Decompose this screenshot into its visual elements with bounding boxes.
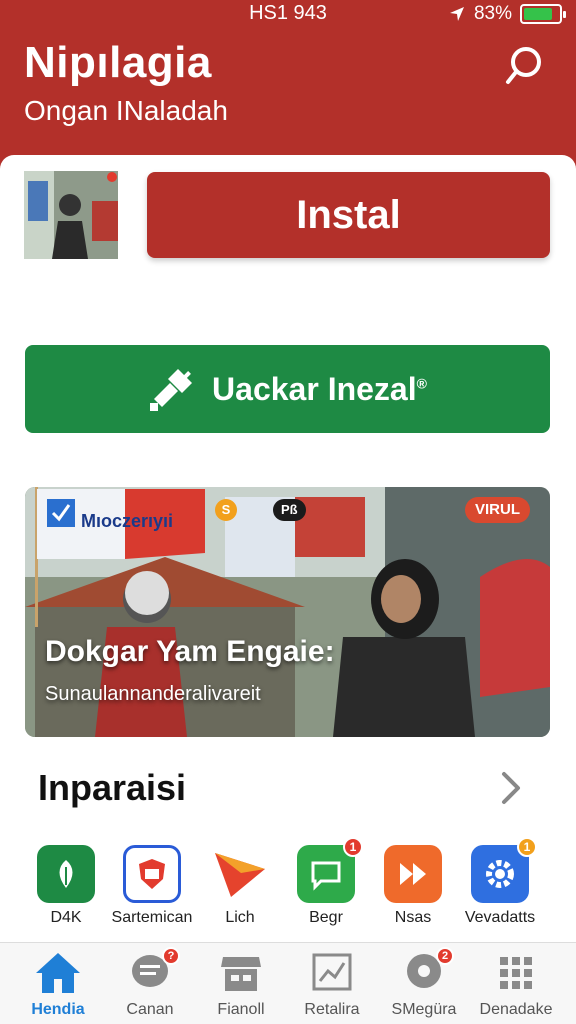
- page-title: Nipılagia: [24, 38, 212, 87]
- main-content: Instal Uackar Inezal® Mıoczerıyıi S Pß V…: [0, 155, 576, 945]
- shield-icon: [123, 845, 181, 903]
- search-button[interactable]: [504, 42, 552, 90]
- banner-badge-left: S: [215, 499, 237, 521]
- music-icon: 2: [400, 947, 454, 995]
- secondary-install-button[interactable]: Uackar Inezal®: [25, 345, 550, 433]
- tab-badge: ?: [162, 947, 180, 965]
- tab-label: Hendia: [31, 1001, 85, 1018]
- status-bar: HS1 943 83%: [0, 0, 576, 28]
- app-label: D4K: [50, 909, 82, 926]
- app-item[interactable]: 1 Begr: [280, 837, 372, 927]
- section-title: Inparaisi: [38, 767, 187, 808]
- tab-label: Canan: [126, 1001, 174, 1018]
- tab-label: Denadake: [479, 1001, 553, 1018]
- app-badge: 1: [517, 837, 537, 857]
- tab-store[interactable]: Fianoll: [193, 951, 289, 1019]
- banner-flag-text: Mıoczerıyıi: [81, 511, 174, 531]
- banner-subtitle: Sunaulannanderalivareit: [45, 683, 261, 705]
- banner-badge-right: VIRUL: [465, 497, 530, 523]
- apps-row: D4K Sartemican Lich 1 Begr Nsas 1 Vevada…: [0, 837, 576, 935]
- app-item[interactable]: Sartemican: [106, 845, 198, 927]
- section-more-button[interactable]: [496, 770, 526, 806]
- plug-icon: [150, 369, 193, 411]
- tab-label: Fianoll: [217, 1001, 265, 1018]
- chevron-right-icon: [502, 772, 520, 804]
- store-icon: [217, 951, 265, 995]
- featured-banner[interactable]: Mıoczerıyıi S Pß VIRUL Dokgar Yam Engaie…: [25, 487, 550, 737]
- bottom-tab-bar: Hendia ? Canan Fianoll Retalira 2 SMegür…: [0, 942, 576, 1024]
- thumbnail-image: [24, 171, 118, 259]
- leaf-icon: [37, 845, 95, 903]
- secondary-install-label: Uackar Inezal®: [212, 370, 427, 407]
- chat-icon: ?: [126, 947, 180, 995]
- app-item[interactable]: Nsas: [367, 845, 459, 927]
- search-icon: [506, 47, 541, 84]
- battery-percent: 83%: [473, 3, 512, 24]
- tab-music[interactable]: 2 SMegüra: [376, 947, 472, 1019]
- fast-forward-icon: [384, 845, 442, 903]
- banner-title: Dokgar Yam Engaie:: [45, 635, 335, 668]
- status-indicators: 83%: [448, 3, 566, 25]
- app-label: Sartemican: [111, 909, 193, 926]
- app-label: Begr: [309, 909, 343, 926]
- battery-icon: [520, 4, 566, 24]
- app-header: HS1 943 83% Nipılagia Ongan INaladah: [0, 0, 576, 170]
- app-item[interactable]: D4K: [20, 845, 112, 927]
- chart-icon: [308, 951, 356, 995]
- install-button[interactable]: Instal: [147, 172, 550, 258]
- app-label: Vevadatts: [464, 909, 536, 926]
- tab-chat[interactable]: ? Canan: [102, 947, 198, 1019]
- page-subtitle: Ongan INaladah: [24, 95, 228, 126]
- app-label: Lich: [225, 909, 255, 926]
- play-triangle-icon: [211, 845, 269, 903]
- grid-icon: [492, 951, 540, 995]
- app-item[interactable]: 1 Vevadatts: [454, 837, 546, 927]
- app-label: Nsas: [394, 909, 432, 926]
- tab-label: Retalira: [304, 1001, 360, 1018]
- tab-label: SMegüra: [391, 1001, 457, 1018]
- location-arrow-icon: [449, 7, 464, 21]
- chat-bubble-icon: 1: [297, 837, 363, 903]
- tab-grid[interactable]: Denadake: [468, 951, 564, 1019]
- app-badge: 1: [343, 837, 363, 857]
- home-icon: [34, 951, 82, 995]
- gear-icon: 1: [471, 837, 537, 903]
- tab-badge: 2: [436, 947, 454, 965]
- battery-fill: [524, 8, 553, 20]
- app-item[interactable]: Lich: [194, 845, 286, 927]
- tab-stats[interactable]: Retalira: [284, 951, 380, 1019]
- banner-badge-mid: Pß: [273, 499, 306, 521]
- tab-home[interactable]: Hendia: [10, 951, 106, 1019]
- app-thumbnail: [24, 171, 118, 259]
